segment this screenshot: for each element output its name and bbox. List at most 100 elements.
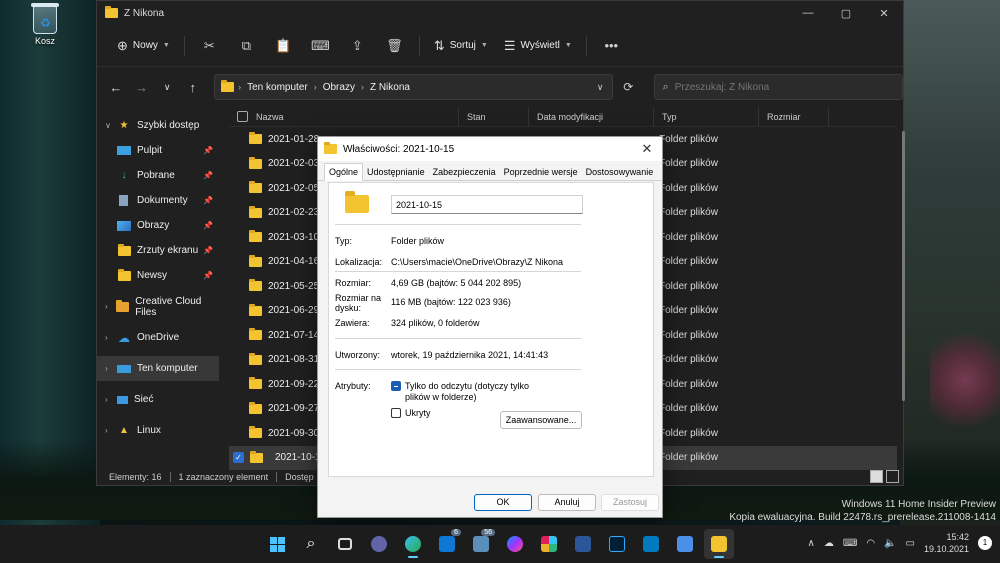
tiles-view-icon[interactable] [886, 470, 899, 483]
notification-badge[interactable]: 1 [978, 536, 992, 550]
sidebar-item-quick-access[interactable]: ∨ ★ Szybki dostęp [97, 113, 219, 138]
back-arrow-icon[interactable]: ← [103, 73, 129, 101]
tab-security[interactable]: Zabezpieczenia [429, 164, 500, 180]
refresh-icon[interactable]: ⟳ [613, 74, 643, 100]
breadcrumb-pictures[interactable]: Obrazy [323, 82, 355, 93]
column-size[interactable]: Rozmiar [759, 106, 829, 127]
chevron-up-icon[interactable]: ∧ [808, 538, 815, 549]
collapsed-chevron-icon[interactable]: › [105, 364, 117, 373]
file-name: 2021-02-23 [268, 207, 320, 219]
address-bar[interactable]: › Ten komputer › Obrazy › Z Nikona ∨ [213, 74, 614, 100]
sidebar-item-newsy[interactable]: Newsy 📌 [97, 263, 219, 288]
close-icon[interactable]: ✕ [632, 141, 662, 157]
ok-button[interactable]: OK [474, 494, 532, 511]
keyboard-icon[interactable]: ⌨ [843, 538, 857, 549]
photoshop-button[interactable] [602, 529, 632, 559]
recycle-bin-desktop-icon[interactable]: ♻ Kosz [22, 3, 68, 46]
column-type[interactable]: Typ [654, 106, 759, 127]
copy-icon[interactable]: ⧉ [228, 32, 265, 60]
sidebar-item-linux[interactable]: › ▲ Linux [97, 418, 219, 443]
task-view-button[interactable] [330, 529, 360, 559]
file-explorer-button[interactable] [704, 529, 734, 559]
close-button[interactable]: ✕ [865, 1, 903, 25]
tab-previous-versions[interactable]: Poprzednie wersje [500, 164, 582, 180]
apply-button[interactable]: Zastosuj [601, 494, 659, 511]
column-date-modified[interactable]: Data modyfikacji [529, 106, 654, 127]
tab-customize[interactable]: Dostosowywanie [582, 164, 658, 180]
chevron-down-icon[interactable]: ∨ [588, 82, 612, 93]
sidebar-item-desktop[interactable]: Pulpit 📌 [97, 138, 219, 163]
tab-sharing[interactable]: Udostępnianie [363, 164, 429, 180]
volume-icon[interactable]: 🔈 [884, 538, 896, 549]
paste-icon[interactable]: 📋 [265, 32, 302, 60]
file-type: Folder plików [659, 256, 718, 268]
mail-button[interactable]: 6 [432, 529, 462, 559]
search-input[interactable] [674, 81, 875, 93]
file-type: Folder plików [659, 231, 718, 243]
word-button[interactable] [568, 529, 598, 559]
vertical-scrollbar[interactable] [902, 131, 905, 401]
wifi-icon[interactable]: ◠ [866, 538, 875, 549]
share-icon[interactable]: ⇪ [339, 32, 376, 60]
trello-button[interactable] [636, 529, 666, 559]
collapsed-chevron-icon[interactable]: › [105, 426, 117, 435]
maximize-button[interactable]: ▢ [827, 1, 865, 25]
mail-icon [439, 536, 455, 552]
expanded-chevron-icon[interactable]: ∨ [105, 121, 117, 130]
battery-icon[interactable]: ▭ [906, 538, 915, 549]
sidebar-item-downloads[interactable]: ↓ Pobrane 📌 [97, 163, 219, 188]
folder-name-input[interactable] [391, 195, 583, 214]
forward-arrow-icon[interactable]: → [129, 73, 155, 101]
translator-button[interactable] [670, 529, 700, 559]
column-status[interactable]: Stan [459, 106, 529, 127]
teams-button[interactable]: 56 [466, 529, 496, 559]
minimize-button[interactable]: — [789, 1, 827, 25]
column-header-row: Nazwa Stan Data modyfikacji Typ Rozmiar [229, 106, 897, 127]
collapsed-chevron-icon[interactable]: › [105, 333, 117, 342]
messenger-button[interactable] [500, 529, 530, 559]
explorer-titlebar[interactable]: Z Nikona — ▢ ✕ [97, 1, 903, 25]
clock[interactable]: 15:42 19.10.2021 [924, 531, 969, 555]
sidebar-item-network[interactable]: › Sieć [97, 387, 219, 412]
breadcrumb-current[interactable]: Z Nikona [370, 82, 410, 93]
collapsed-chevron-icon[interactable]: › [105, 395, 117, 404]
recent-chevron-icon[interactable]: ∨ [154, 73, 180, 101]
status-availability: Dostęp [285, 472, 314, 482]
advanced-button[interactable]: Zaawansowane... [500, 411, 582, 429]
new-button[interactable]: ⊕ Nowy ▼ [109, 32, 178, 60]
tab-general[interactable]: Ogólne [324, 163, 364, 181]
dialog-titlebar[interactable]: Właściwości: 2021-10-15 ✕ [318, 137, 662, 161]
breadcrumb-this-pc[interactable]: Ten komputer [247, 82, 308, 93]
sort-button[interactable]: ⇅ Sortuj ▼ [426, 32, 496, 60]
search-button[interactable]: ⌕ [296, 529, 326, 559]
details-view-icon[interactable] [870, 470, 883, 483]
collapsed-chevron-icon[interactable]: › [105, 302, 116, 311]
onedrive-cloud-icon[interactable]: ☁ [824, 538, 834, 549]
slack-icon [541, 536, 557, 552]
chat-app-button[interactable] [364, 529, 394, 559]
delete-icon[interactable]: 🗑 [376, 32, 413, 60]
more-options-icon[interactable]: ••• [593, 32, 630, 60]
sidebar-item-creative-cloud[interactable]: › Creative Cloud Files [97, 294, 219, 319]
sidebar-item-screenshots[interactable]: Zrzuty ekranu 📌 [97, 238, 219, 263]
edge-canary-button[interactable] [398, 529, 428, 559]
column-name[interactable]: Nazwa [229, 106, 459, 127]
select-all-checkbox[interactable] [237, 111, 248, 122]
slack-button[interactable] [534, 529, 564, 559]
sidebar-item-onedrive[interactable]: › ☁ OneDrive [97, 325, 219, 350]
cut-icon[interactable]: ✂ [191, 32, 228, 60]
sidebar-item-documents[interactable]: Dokumenty 📌 [97, 188, 219, 213]
readonly-checkbox[interactable] [391, 381, 401, 391]
start-button[interactable] [262, 529, 292, 559]
sidebar-item-this-pc[interactable]: › Ten komputer [97, 356, 219, 381]
view-button[interactable]: ☰ Wyświetl ▼ [496, 32, 580, 60]
hidden-checkbox[interactable] [391, 408, 401, 418]
up-arrow-icon[interactable]: ↑ [180, 73, 206, 101]
search-box[interactable]: ⌕ [653, 74, 903, 100]
cancel-button[interactable]: Anuluj [538, 494, 596, 511]
row-checkbox-checked[interactable]: ✓ [233, 452, 244, 464]
pin-icon: 📌 [203, 246, 213, 255]
sidebar-item-pictures[interactable]: Obrazy 📌 [97, 213, 219, 238]
rename-icon[interactable]: ⌨ [302, 32, 339, 60]
command-bar: ⊕ Nowy ▼ ✂ ⧉ 📋 ⌨ ⇪ 🗑 ⇅ Sortuj ▼ ☰ Wyświe… [97, 25, 903, 67]
